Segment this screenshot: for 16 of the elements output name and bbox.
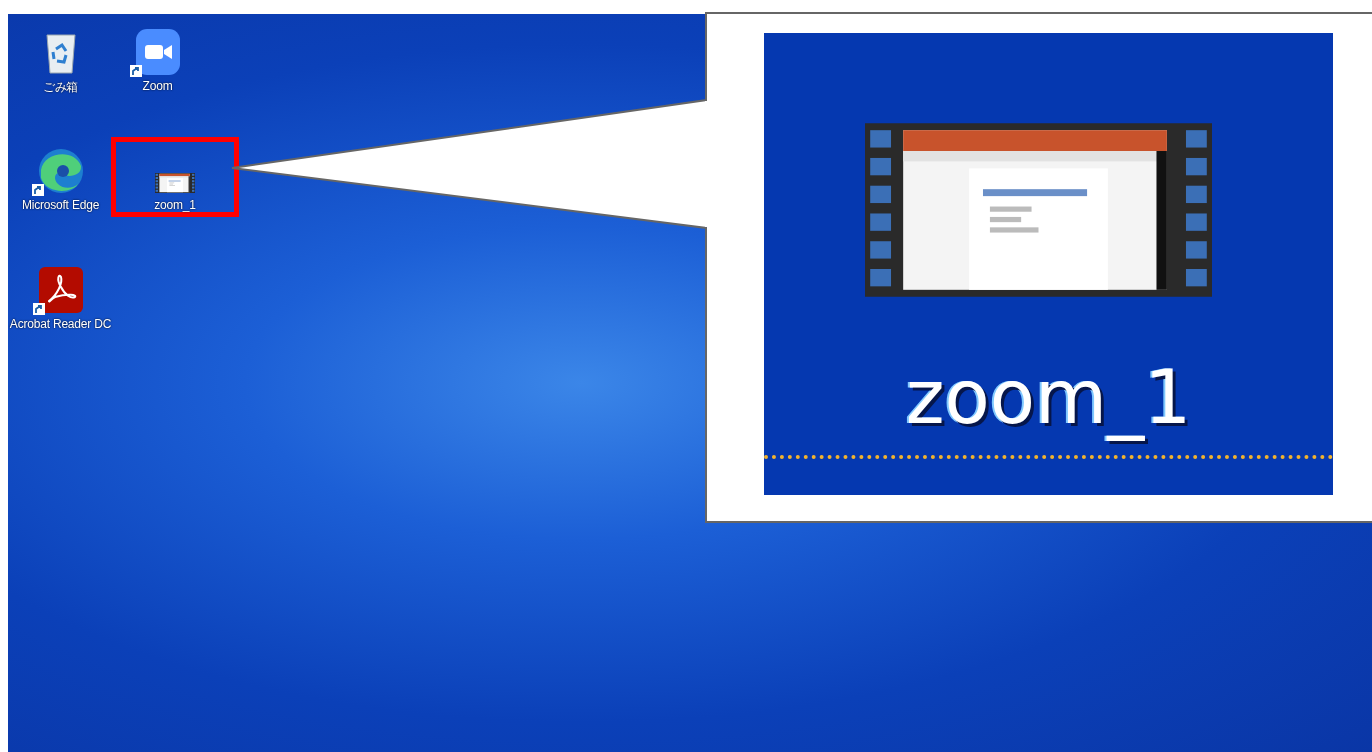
desktop-icon[interactable]: Microsoft Edge [12, 137, 109, 221]
icon-label: Acrobat Reader DC [9, 317, 112, 331]
video-thumbnail-icon [155, 172, 195, 194]
icon-label: ごみ箱 [42, 79, 79, 96]
desktop-icon[interactable]: Acrobat Reader DC [12, 256, 109, 340]
icon-label: Zoom [142, 79, 173, 93]
icon-label: Microsoft Edge [21, 198, 100, 212]
desktop-icon[interactable]: zoom_1 [111, 137, 239, 217]
desktop-icon[interactable]: Zoom [109, 18, 206, 102]
pdf-reader-icon [38, 267, 83, 313]
video-thumbnail-icon [865, 123, 1212, 297]
file-name-label: zoom_1 [904, 353, 1193, 443]
browser-swirl-icon [37, 148, 84, 194]
icon-label: zoom_1 [154, 198, 196, 212]
desktop-icon[interactable]: ごみ箱 [12, 18, 109, 102]
video-camera-icon [135, 29, 180, 75]
